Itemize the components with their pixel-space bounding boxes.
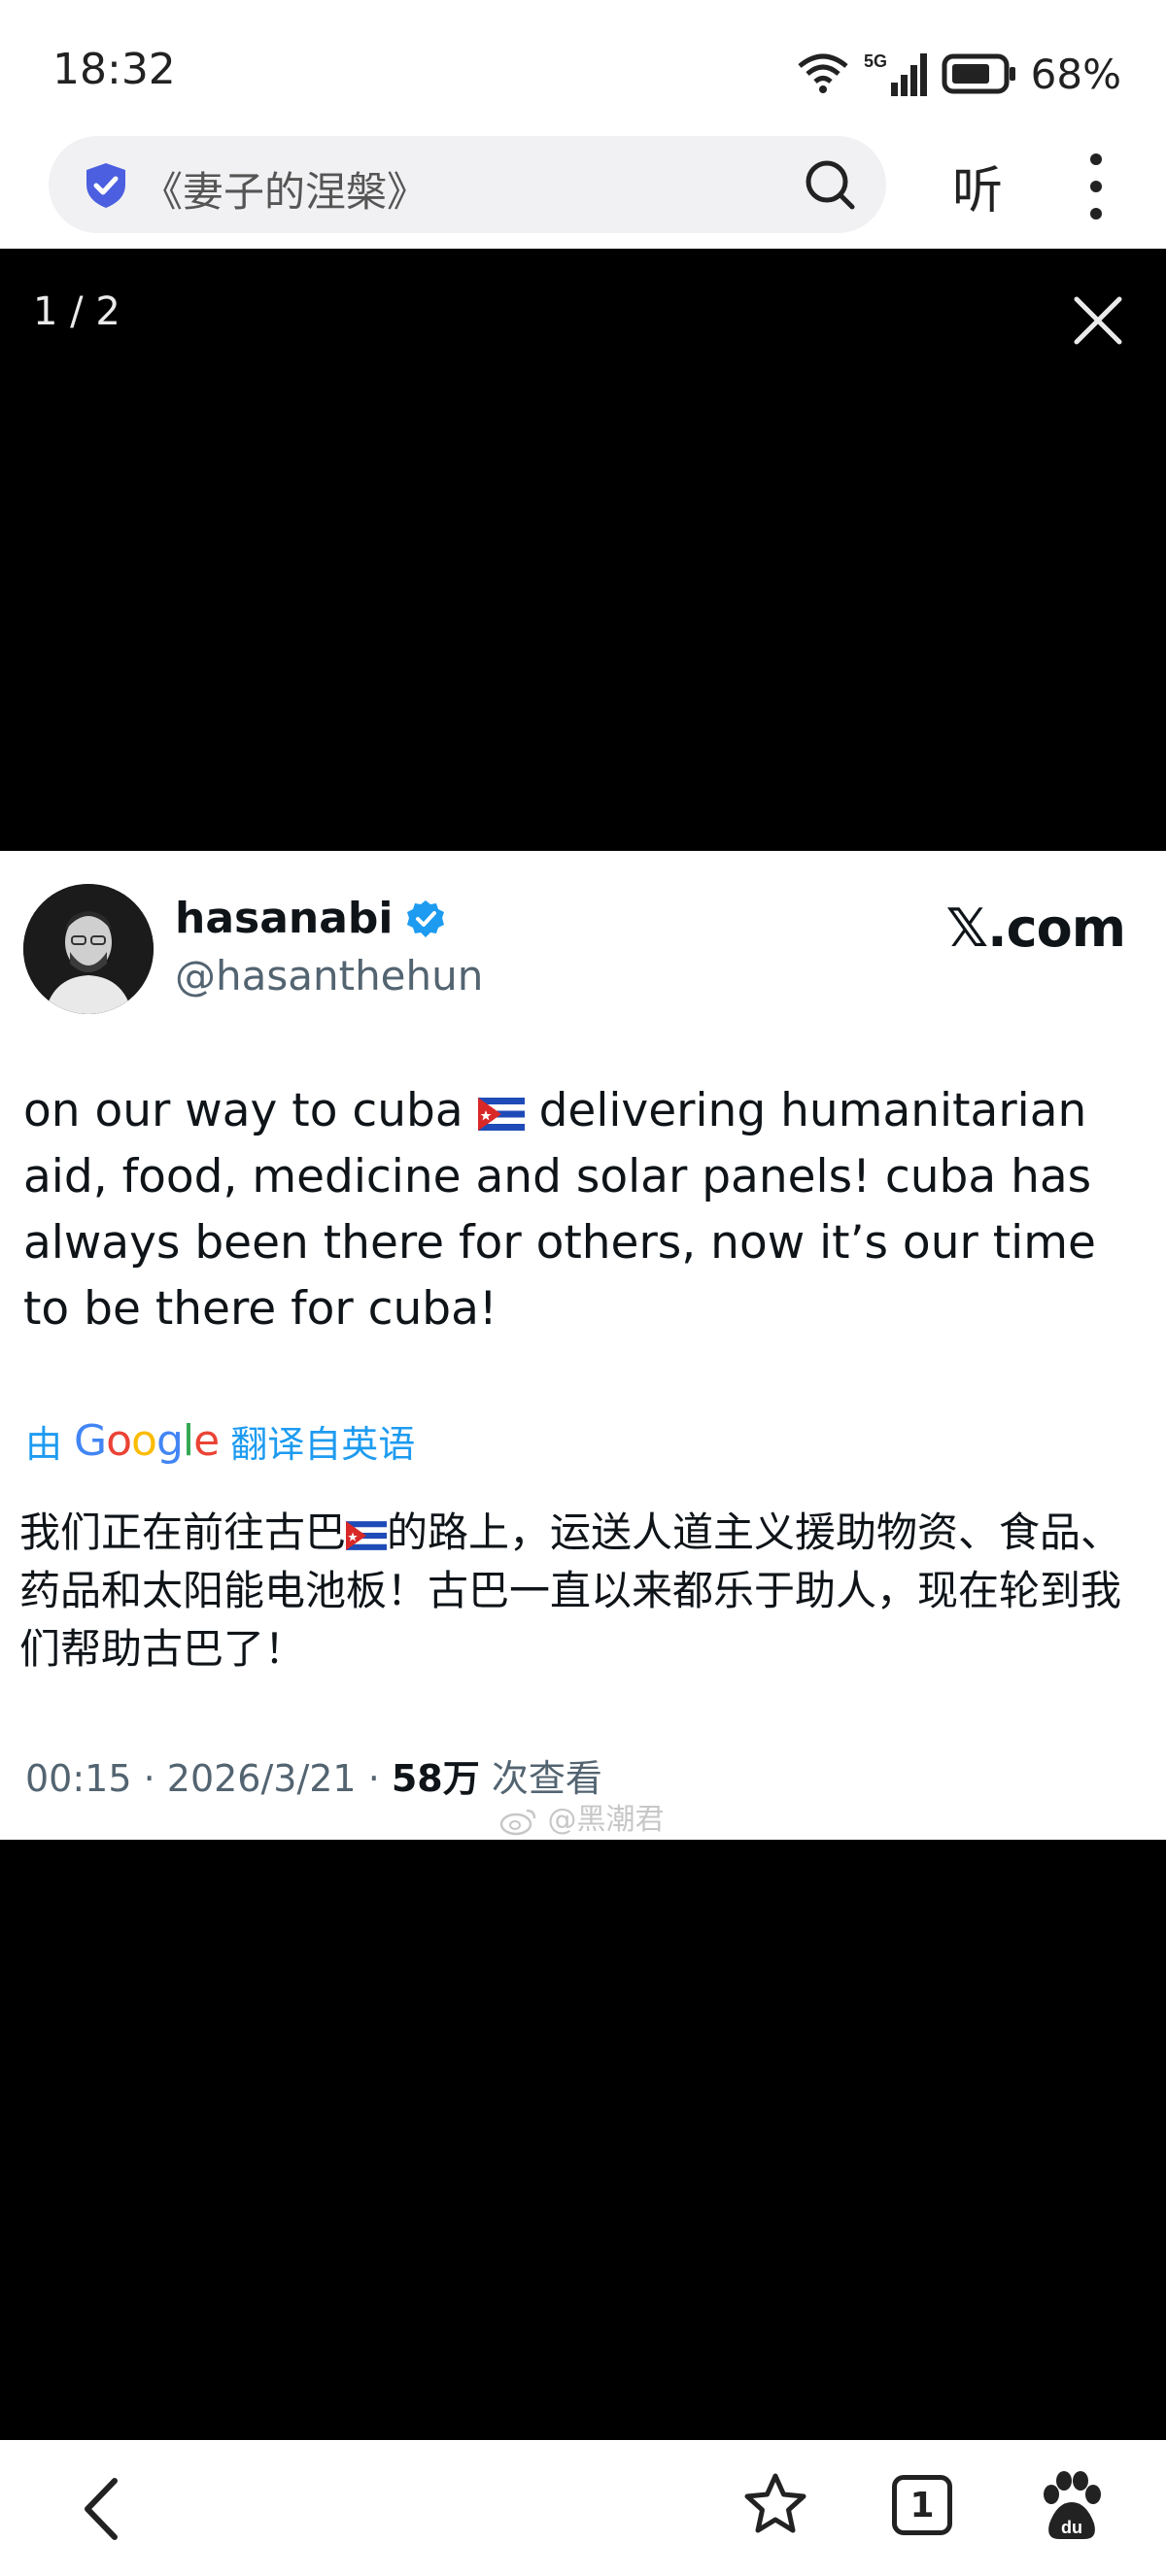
baidu-paw-icon[interactable]: du bbox=[1038, 2469, 1106, 2543]
watermark-text: @黑潮君 bbox=[547, 1803, 665, 1837]
user-handle[interactable]: @hasanthehun bbox=[175, 952, 483, 1000]
bottom-navigation: 1 du bbox=[0, 2440, 1166, 2576]
back-icon[interactable] bbox=[78, 2475, 126, 2543]
battery-icon bbox=[942, 53, 1015, 94]
tweet-card: hasanabi @hasanthehun 𝕏.com on our way t… bbox=[0, 851, 1166, 1840]
translate-from-label: 翻译自英语 bbox=[230, 1423, 416, 1466]
wifi-icon bbox=[798, 53, 848, 93]
tweet-text-part1: on our way to cuba bbox=[23, 1084, 478, 1137]
google-logo: Google bbox=[74, 1416, 220, 1466]
x-logo[interactable]: 𝕏.com bbox=[946, 898, 1126, 959]
image-viewer-top: 1 / 2 bbox=[0, 249, 1166, 851]
address-bar[interactable]: 《妻子的涅槃》 bbox=[49, 136, 886, 233]
search-icon[interactable] bbox=[803, 157, 857, 212]
cuba-flag-icon bbox=[346, 1520, 388, 1550]
svg-text:du: du bbox=[1061, 2518, 1082, 2537]
more-options-icon[interactable] bbox=[1077, 146, 1115, 227]
cuba-flag-icon bbox=[477, 1097, 525, 1131]
tweet-text: on our way to cuba delivering humanitari… bbox=[23, 1078, 1150, 1342]
shield-icon bbox=[86, 163, 125, 208]
avatar[interactable] bbox=[23, 884, 154, 1014]
cellular-signal-icon: 5G bbox=[864, 51, 927, 96]
watermark: @黑潮君 bbox=[499, 1795, 665, 1838]
network-type-label: 5G bbox=[864, 51, 887, 71]
display-name: hasanabi bbox=[175, 894, 394, 943]
author-name-row[interactable]: hasanabi bbox=[175, 894, 446, 943]
translated-text-part1: 我们正在前往古巴 bbox=[19, 1508, 347, 1556]
battery-percentage: 68% bbox=[1030, 50, 1121, 98]
listen-button[interactable]: 听 bbox=[952, 150, 1003, 222]
address-bar-text: 《妻子的涅槃》 bbox=[142, 168, 429, 216]
tweet-meta: 00:15 · 2026/3/21 · 58万 次查看 bbox=[25, 1757, 602, 1800]
view-count: 58万 bbox=[391, 1757, 480, 1800]
tabs-count-button[interactable]: 1 bbox=[892, 2475, 952, 2535]
translate-by-label: 由 bbox=[25, 1423, 63, 1466]
tweet-date: 2026/3/21 bbox=[166, 1757, 357, 1800]
translation-attribution[interactable]: 由 Google 翻译自英语 bbox=[25, 1414, 415, 1468]
browser-toolbar: 《妻子的涅槃》 听 bbox=[0, 126, 1166, 249]
verified-badge-icon bbox=[406, 899, 444, 937]
view-count-label: 次查看 bbox=[479, 1757, 602, 1800]
translated-text: 我们正在前往古巴 的路上，运送人道主义援助物资、食品、药品和太阳能电池板！古巴一直… bbox=[19, 1504, 1147, 1678]
page-counter: 1 / 2 bbox=[33, 289, 120, 334]
image-viewer-bottom bbox=[0, 1840, 1166, 2440]
tweet-time: 00:15 bbox=[25, 1757, 132, 1800]
bookmark-star-icon[interactable] bbox=[742, 2471, 808, 2537]
status-time: 18:32 bbox=[52, 45, 176, 94]
close-icon[interactable] bbox=[1069, 291, 1127, 350]
weibo-icon bbox=[499, 1809, 536, 1835]
status-icons: 5G 68% bbox=[796, 45, 1121, 103]
status-bar: 18:32 5G 68% bbox=[0, 0, 1166, 136]
